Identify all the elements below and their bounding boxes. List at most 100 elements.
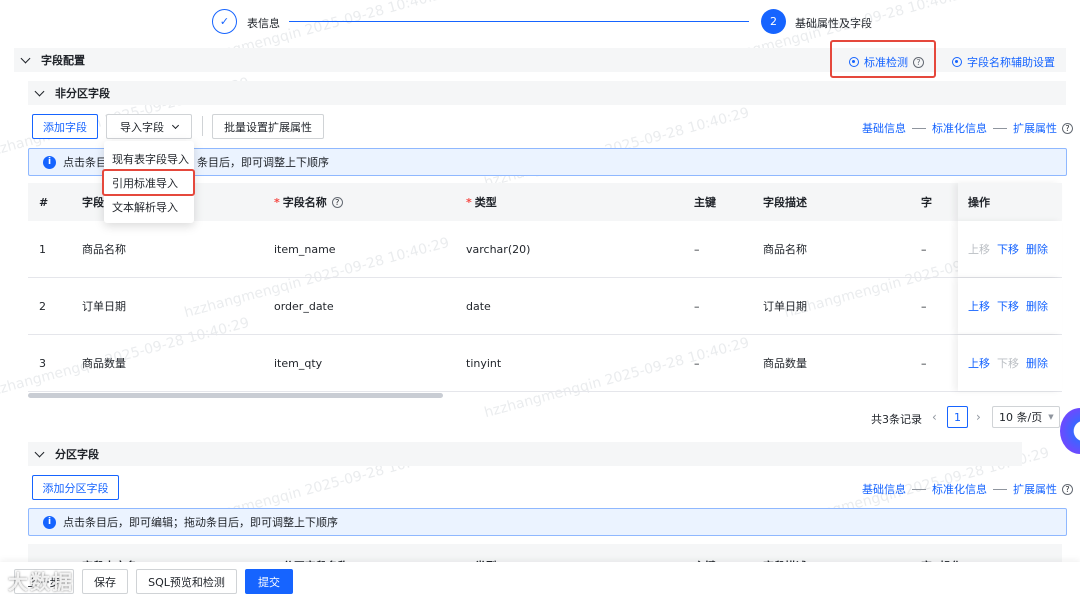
delete-button[interactable]: 删除 bbox=[1026, 298, 1048, 314]
row-more: – bbox=[921, 299, 927, 313]
horizontal-scrollbar[interactable] bbox=[28, 393, 443, 398]
info-text: 点击条目后，即可编辑；拖动条目后，即可调整上下顺序 bbox=[63, 516, 338, 529]
row-type: varchar(20) bbox=[466, 242, 531, 256]
pagination-total: 共3条记录 bbox=[871, 413, 922, 426]
info-icon: i bbox=[43, 155, 56, 169]
menu-item-import-text-parse[interactable]: 文本解析导入 bbox=[104, 195, 194, 219]
delete-button[interactable]: 删除 bbox=[1026, 241, 1048, 257]
table-row[interactable]: 2 订单日期 order_date date – 订单日期 – 上移 下移 删除 bbox=[28, 278, 1062, 335]
pipeline-basic-info[interactable]: 基础信息 bbox=[862, 120, 906, 136]
move-down-button[interactable]: 下移 bbox=[997, 241, 1019, 257]
row-field-name: item_qty bbox=[274, 356, 323, 370]
step-done-icon: ✓ bbox=[212, 9, 237, 34]
row-index: 2 bbox=[39, 299, 46, 313]
attribute-pipeline: 基础信息 标准化信息 扩展属性 ? bbox=[862, 481, 1073, 497]
step-label-table-info[interactable]: 表信息 bbox=[247, 15, 280, 31]
row-actions: 上移 下移 删除 bbox=[958, 278, 1062, 334]
pipeline-basic-info[interactable]: 基础信息 bbox=[862, 481, 906, 497]
batch-extended-attrs-button[interactable]: 批量设置扩展属性 bbox=[212, 114, 324, 139]
prev-page-icon[interactable]: ‹ bbox=[932, 410, 937, 424]
row-cn-name: 商品名称 bbox=[82, 243, 126, 256]
col-field-name-label: 字段名称 bbox=[282, 196, 327, 209]
non-partition-header[interactable]: 非分区字段 bbox=[28, 81, 1066, 105]
step-active-number: 2 bbox=[761, 9, 786, 34]
page-size-value: 10 条/页 bbox=[999, 411, 1043, 424]
non-partition-title: 非分区字段 bbox=[55, 87, 110, 100]
row-index: 3 bbox=[39, 356, 46, 370]
row-field-name: item_name bbox=[274, 242, 336, 256]
row-actions: 上移 下移 删除 bbox=[958, 221, 1062, 277]
pipeline-extended-attrs[interactable]: 扩展属性 bbox=[1013, 481, 1057, 497]
row-desc: 商品数量 bbox=[763, 357, 807, 370]
pipeline-standard-info[interactable]: 标准化信息 bbox=[932, 481, 987, 497]
partition-header[interactable]: 分区字段 bbox=[28, 442, 1022, 466]
pipeline-standard-info[interactable]: 标准化信息 bbox=[932, 120, 987, 136]
sql-preview-button[interactable]: SQL预览和检测 bbox=[136, 569, 237, 594]
info-text-prefix: 点击条目 bbox=[63, 156, 107, 169]
step-connector bbox=[289, 21, 749, 22]
col-more: 字 bbox=[921, 196, 932, 209]
col-cn-name: 字段 bbox=[82, 196, 104, 209]
row-desc: 订单日期 bbox=[763, 300, 807, 313]
row-type: date bbox=[466, 299, 491, 313]
highlight-box bbox=[830, 40, 936, 78]
help-icon[interactable]: ? bbox=[1062, 122, 1073, 134]
name-assist-settings-button[interactable]: 字段名称辅助设置 bbox=[952, 54, 1055, 70]
assistant-float-icon[interactable] bbox=[1060, 408, 1080, 454]
row-field-name: order_date bbox=[274, 299, 334, 313]
step-label-basic-fields[interactable]: 基础属性及字段 bbox=[795, 15, 872, 31]
page-number-button[interactable]: 1 bbox=[947, 406, 968, 428]
col-ops: 操作 bbox=[958, 183, 1062, 221]
help-icon[interactable]: ? bbox=[1062, 483, 1073, 495]
pipeline-connector bbox=[993, 127, 1007, 129]
pipeline-connector bbox=[993, 488, 1007, 490]
submit-button[interactable]: 提交 bbox=[245, 569, 293, 594]
col-desc: 字段描述 bbox=[763, 196, 807, 209]
col-index: # bbox=[39, 195, 49, 209]
menu-item-import-existing-table[interactable]: 现有表字段导入 bbox=[104, 147, 194, 171]
page-size-select[interactable]: 10 条/页 ▼ bbox=[992, 406, 1060, 428]
import-field-dropdown[interactable]: 导入字段 bbox=[106, 114, 192, 139]
add-partition-field-button[interactable]: 添加分区字段 bbox=[32, 475, 119, 500]
pipeline-extended-attrs[interactable]: 扩展属性 bbox=[1013, 120, 1057, 136]
chevron-down-icon bbox=[34, 86, 45, 97]
row-actions: 上移 下移 删除 bbox=[958, 335, 1062, 391]
move-up-button[interactable]: 上移 bbox=[968, 298, 990, 314]
attribute-pipeline: 基础信息 标准化信息 扩展属性 ? bbox=[862, 120, 1073, 136]
col-type-label: 类型 bbox=[474, 196, 497, 209]
next-page-icon[interactable]: › bbox=[976, 410, 981, 424]
import-field-label: 导入字段 bbox=[120, 120, 164, 134]
row-cn-name: 商品数量 bbox=[82, 357, 126, 370]
info-text-suffix: 条目后，即可调整上下顺序 bbox=[197, 156, 329, 169]
row-more: – bbox=[921, 242, 927, 256]
caret-down-icon: ▼ bbox=[1048, 413, 1054, 421]
name-assist-label: 字段名称辅助设置 bbox=[967, 56, 1055, 69]
chevron-down-icon bbox=[34, 447, 45, 458]
info-icon: i bbox=[43, 515, 56, 529]
delete-button[interactable]: 删除 bbox=[1026, 355, 1048, 371]
row-more: – bbox=[921, 356, 927, 370]
move-down-button[interactable]: 下移 bbox=[997, 298, 1019, 314]
row-desc: 商品名称 bbox=[763, 243, 807, 256]
move-up-button[interactable]: 上移 bbox=[968, 355, 990, 371]
row-pk: – bbox=[694, 299, 700, 313]
chevron-down-icon bbox=[20, 53, 31, 64]
pipeline-connector bbox=[912, 127, 926, 129]
add-field-button[interactable]: 添加字段 bbox=[32, 114, 98, 139]
highlight-box bbox=[102, 169, 195, 196]
row-type: tinyint bbox=[466, 356, 502, 370]
help-icon[interactable]: ? bbox=[331, 196, 343, 208]
brand-watermark-logo: 大数据 bbox=[8, 570, 74, 594]
col-pk: 主键 bbox=[694, 196, 716, 209]
field-config-title: 字段配置 bbox=[41, 54, 85, 67]
save-button[interactable]: 保存 bbox=[82, 569, 128, 594]
table-row[interactable]: 1 商品名称 item_name varchar(20) – 商品名称 – 上移… bbox=[28, 221, 1062, 278]
col-type: *类型 bbox=[466, 195, 497, 210]
col-field-name: * 字段名称? bbox=[274, 183, 343, 221]
row-cn-name: 订单日期 bbox=[82, 300, 126, 313]
gear-icon bbox=[952, 57, 962, 67]
row-index: 1 bbox=[39, 242, 46, 256]
info-banner: i 点击条目后，即可编辑；拖动条目后，即可调整上下顺序 bbox=[28, 508, 1067, 536]
row-pk: – bbox=[694, 356, 700, 370]
table-row[interactable]: 3 商品数量 item_qty tinyint – 商品数量 – 上移 下移 删… bbox=[28, 335, 1062, 392]
